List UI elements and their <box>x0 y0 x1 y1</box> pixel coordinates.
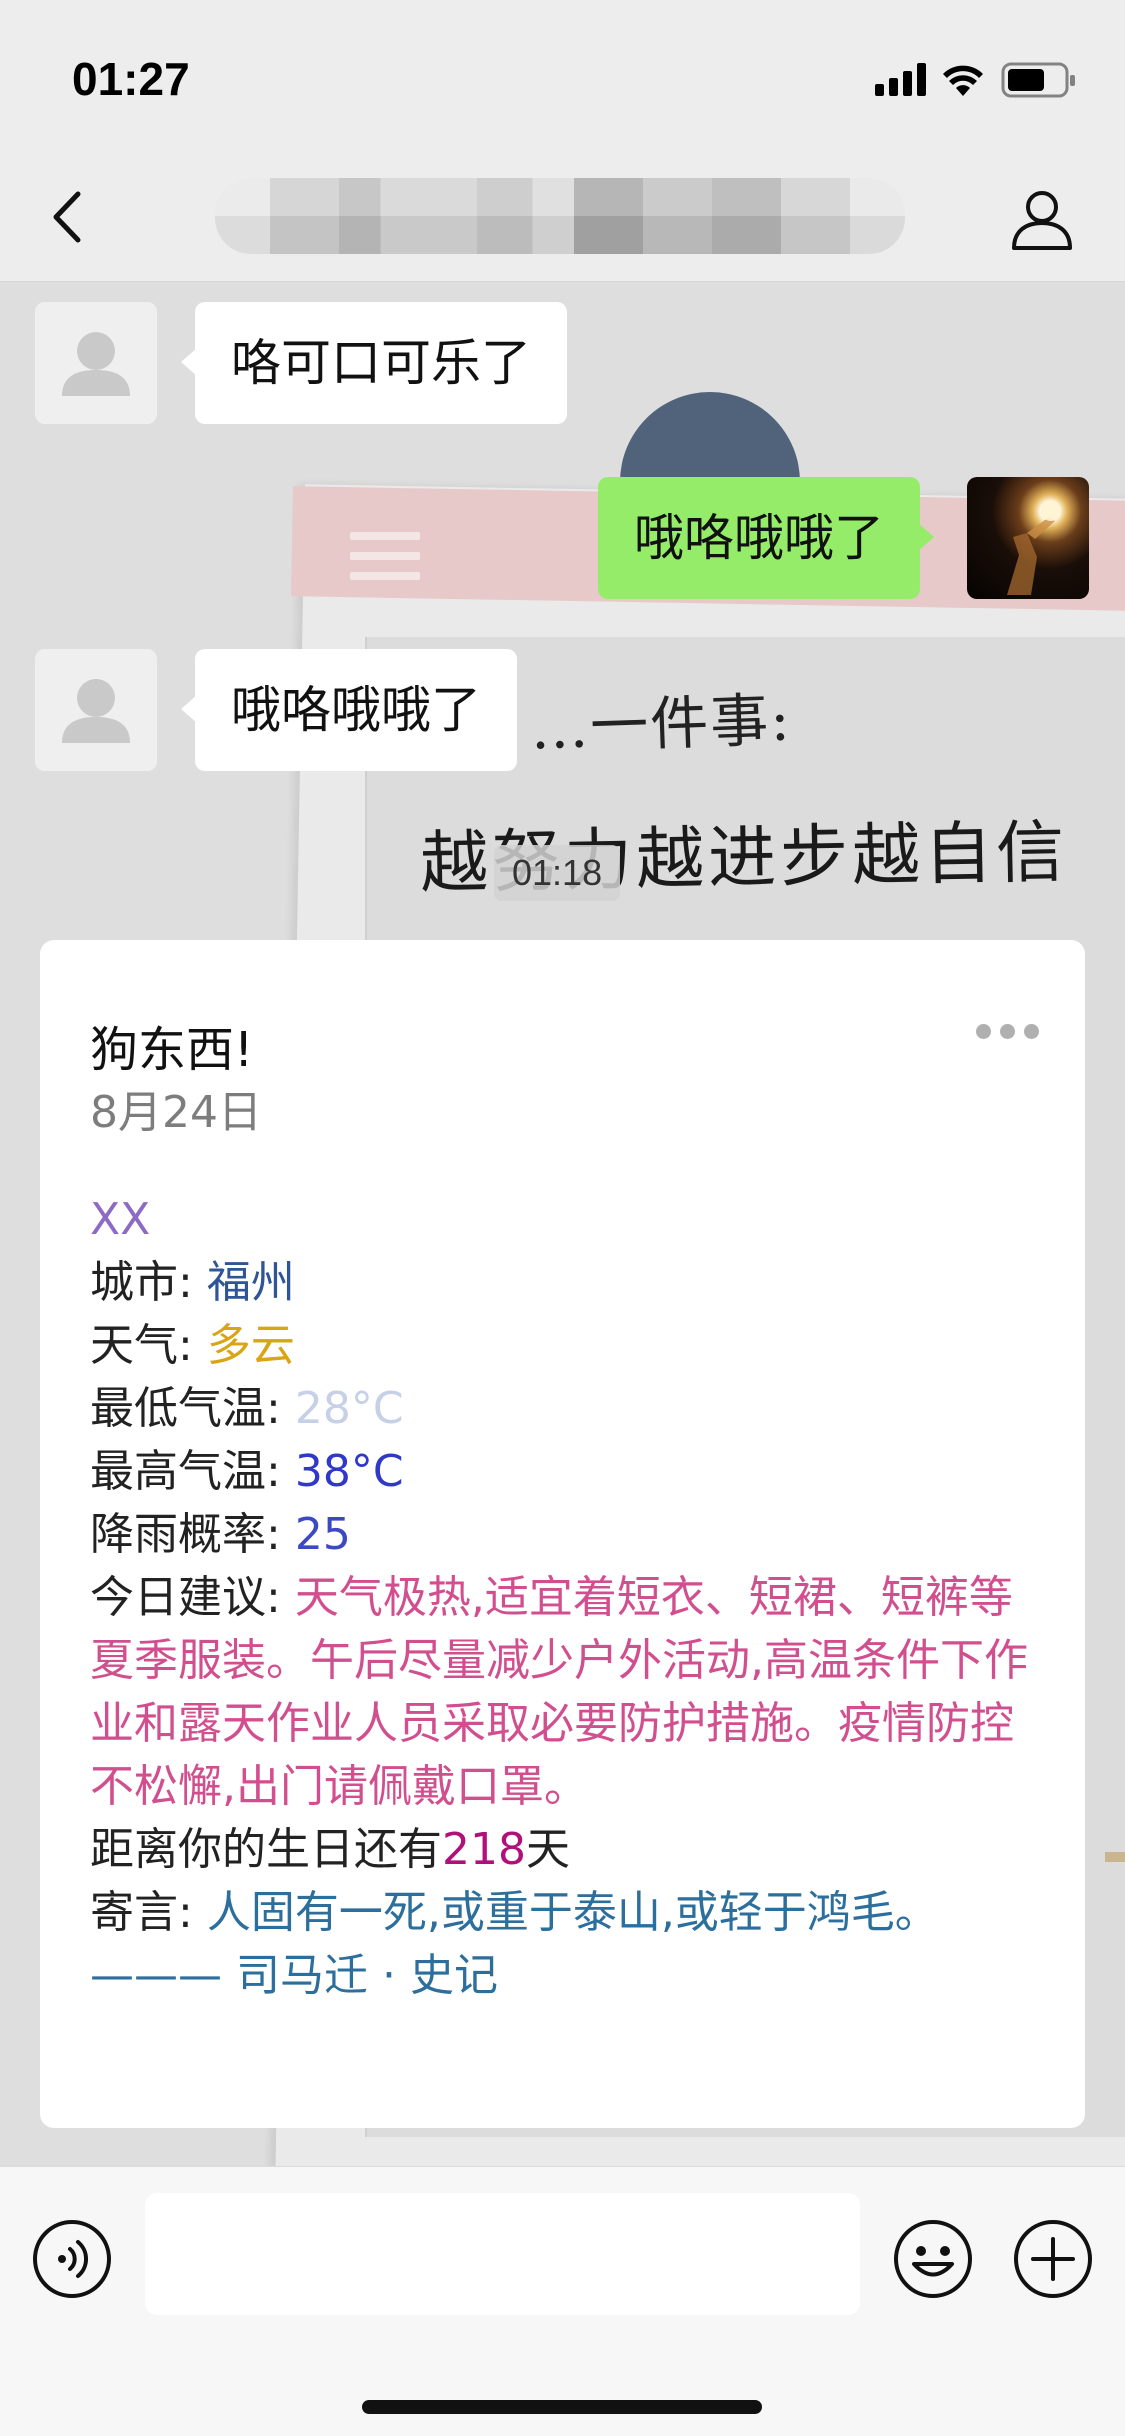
user-photo <box>1007 501 1061 595</box>
home-indicator[interactable] <box>362 2400 762 2414</box>
city-value: 福州 <box>206 1257 295 1308</box>
weather-line: 天气: 多云 <box>90 1314 1050 1377</box>
contact-avatar[interactable] <box>35 649 157 771</box>
battery-icon <box>1001 62 1075 98</box>
message-bubble[interactable]: 咯可口可乐了 <box>181 302 567 424</box>
wallpaper-menu-icon <box>350 532 420 592</box>
motto-label: 寄言: <box>90 1887 193 1938</box>
chat-screen: 01:27 …一件事: 越努力越进步越自信 咯可口可乐了 哦咯哦哦了 哦咯哦哦了… <box>0 0 1125 2436</box>
chat-info-button[interactable] <box>1009 186 1075 252</box>
contact-avatar[interactable] <box>35 302 157 424</box>
wallpaper-handwriting-1: …一件事: <box>529 685 793 763</box>
high-temp-line: 最高气温: 38°C <box>90 1440 1050 1503</box>
message-timestamp: 01:18 <box>494 845 621 901</box>
emoji-icon <box>894 2220 972 2298</box>
low-temp-line: 最低气温: 28°C <box>90 1377 1050 1440</box>
voice-icon <box>33 2220 111 2298</box>
user-avatar[interactable] <box>967 477 1089 599</box>
status-bar: 01:27 <box>0 0 1125 150</box>
card-date: 8月24日 <box>90 1087 262 1138</box>
card-body: XX 城市: 福州 天气: 多云 最低气温: 28°C 最高气温: 38°C 降… <box>90 1188 1050 2007</box>
nav-bar <box>0 150 1125 282</box>
emoji-button[interactable] <box>893 2219 973 2299</box>
back-button[interactable] <box>40 182 100 252</box>
plus-icon <box>1014 2220 1092 2298</box>
status-time: 01:27 <box>72 53 190 105</box>
message-input[interactable] <box>145 2193 860 2315</box>
rain-line: 降雨概率: 25 <box>90 1503 1050 1566</box>
default-avatar-icon <box>35 649 157 771</box>
city-label: 城市: <box>90 1257 193 1308</box>
birthday-days: 218 <box>442 1824 526 1875</box>
high-temp-label: 最高气温: <box>90 1446 281 1497</box>
advice-line: 今日建议: 天气极热,适宜着短衣、短裙、短裤等夏季服装。午后尽量减少户外活动,高… <box>90 1566 1050 1818</box>
name-line: XX <box>90 1188 1050 1251</box>
message-card[interactable]: 狗东西! 8月24日 XX 城市: 福州 天气: 多云 最低气温: 28°C 最… <box>40 940 1085 2128</box>
advice-label: 今日建议: <box>90 1572 281 1623</box>
chat-title-blurred <box>215 178 905 254</box>
card-title: 狗东西! <box>90 1022 254 1078</box>
rain-value: 25 <box>294 1509 351 1560</box>
rain-label: 降雨概率: <box>90 1509 281 1560</box>
birthday-prefix: 距离你的生日还有 <box>90 1824 442 1875</box>
default-avatar-icon <box>35 302 157 424</box>
motto-value: 人固有一死,或重于泰山,或轻于鸿毛。 ——— 司马迁 · 史记 <box>90 1887 939 2001</box>
birthday-suffix: 天 <box>525 1824 570 1875</box>
recipient-name: XX <box>90 1194 151 1245</box>
weather-label: 天气: <box>90 1320 193 1371</box>
person-icon <box>1012 191 1072 250</box>
motto-line: 寄言: 人固有一死,或重于泰山,或轻于鸿毛。 ——— 司马迁 · 史记 <box>90 1881 1050 2007</box>
low-temp-value: 28°C <box>294 1383 404 1434</box>
high-temp-value: 38°C <box>294 1446 404 1497</box>
more-actions-button[interactable] <box>1013 2219 1093 2299</box>
wallpaper-strip <box>1105 1852 1125 1862</box>
weather-value: 多云 <box>206 1320 295 1371</box>
input-bar <box>0 2166 1125 2436</box>
wifi-icon <box>943 65 983 96</box>
city-line: 城市: 福州 <box>90 1251 1050 1314</box>
cellular-signal-icon <box>875 63 926 96</box>
more-dots-icon[interactable] <box>967 1024 1039 1043</box>
status-icons <box>875 58 1085 102</box>
message-bubble-self[interactable]: 哦咯哦哦了 <box>598 477 934 599</box>
low-temp-label: 最低气温: <box>90 1383 281 1434</box>
voice-button[interactable] <box>32 2219 112 2299</box>
message-bubble[interactable]: 哦咯哦哦了 <box>181 649 517 771</box>
birthday-line: 距离你的生日还有218天 <box>90 1818 1050 1881</box>
chevron-left-icon <box>53 191 81 243</box>
